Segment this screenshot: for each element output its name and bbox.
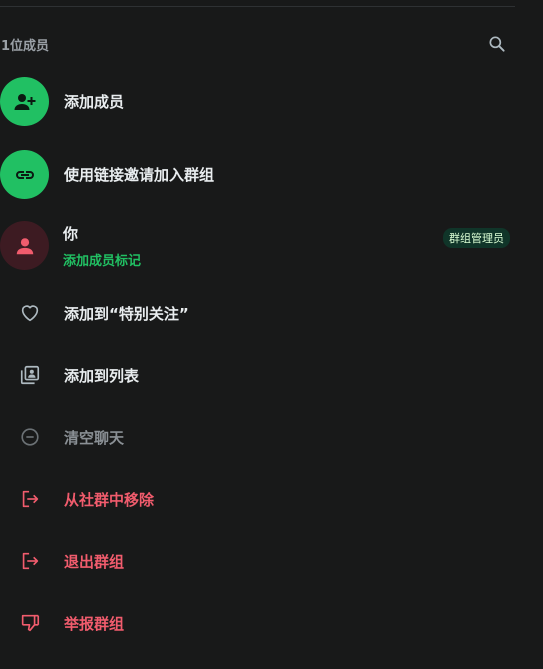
search-button[interactable] — [483, 30, 511, 58]
report-group-label: 举报群组 — [64, 614, 125, 633]
members-count: 1位成员 — [1, 38, 50, 54]
member-self-row[interactable]: 你 添加成员标记 群组管理员 — [0, 221, 515, 270]
add-to-favorites-button[interactable]: 添加到“特别关注” — [0, 293, 515, 333]
add-member-avatar — [0, 77, 49, 126]
add-member-tag-link[interactable]: 添加成员标记 — [63, 250, 141, 269]
invite-link-row[interactable]: 使用链接邀请加入群组 — [0, 150, 515, 199]
link-icon — [15, 170, 34, 179]
exit-icon — [18, 549, 42, 573]
heart-icon — [18, 301, 42, 325]
minus-circle-icon — [18, 425, 42, 449]
remove-from-community-button[interactable]: 从社群中移除 — [0, 479, 515, 519]
report-group-button[interactable]: 举报群组 — [0, 603, 515, 643]
list-icon — [18, 363, 42, 387]
add-to-favorites-label: 添加到“特别关注” — [64, 304, 189, 323]
remove-from-community-label: 从社群中移除 — [64, 490, 155, 509]
member-self-text: 你 添加成员标记 — [63, 223, 141, 269]
thumbs-down-icon — [18, 611, 42, 635]
invite-link-label: 使用链接邀请加入群组 — [64, 166, 215, 184]
member-name: 你 — [63, 224, 79, 243]
person-add-icon — [14, 93, 35, 110]
invite-link-avatar — [0, 150, 49, 199]
members-header: 1位成员 — [0, 30, 515, 58]
add-to-list-label: 添加到列表 — [64, 366, 140, 385]
add-member-label: 添加成员 — [64, 93, 125, 111]
person-icon — [16, 237, 33, 254]
admin-badge: 群组管理员 — [443, 228, 510, 248]
add-member-row[interactable]: 添加成员 — [0, 77, 515, 126]
exit-icon — [18, 487, 42, 511]
exit-group-label: 退出群组 — [64, 552, 125, 571]
add-to-list-button[interactable]: 添加到列表 — [0, 355, 515, 395]
clear-chat-label: 清空聊天 — [64, 428, 125, 447]
search-icon — [489, 36, 505, 52]
avatar — [0, 221, 49, 270]
group-info-panel: 1位成员 添加成员 使用链接邀请加入群组 你 添加成员标记 群组管理员 添加到“… — [0, 0, 543, 669]
clear-chat-button[interactable]: 清空聊天 — [0, 417, 515, 457]
exit-group-button[interactable]: 退出群组 — [0, 541, 515, 581]
divider — [0, 6, 515, 7]
